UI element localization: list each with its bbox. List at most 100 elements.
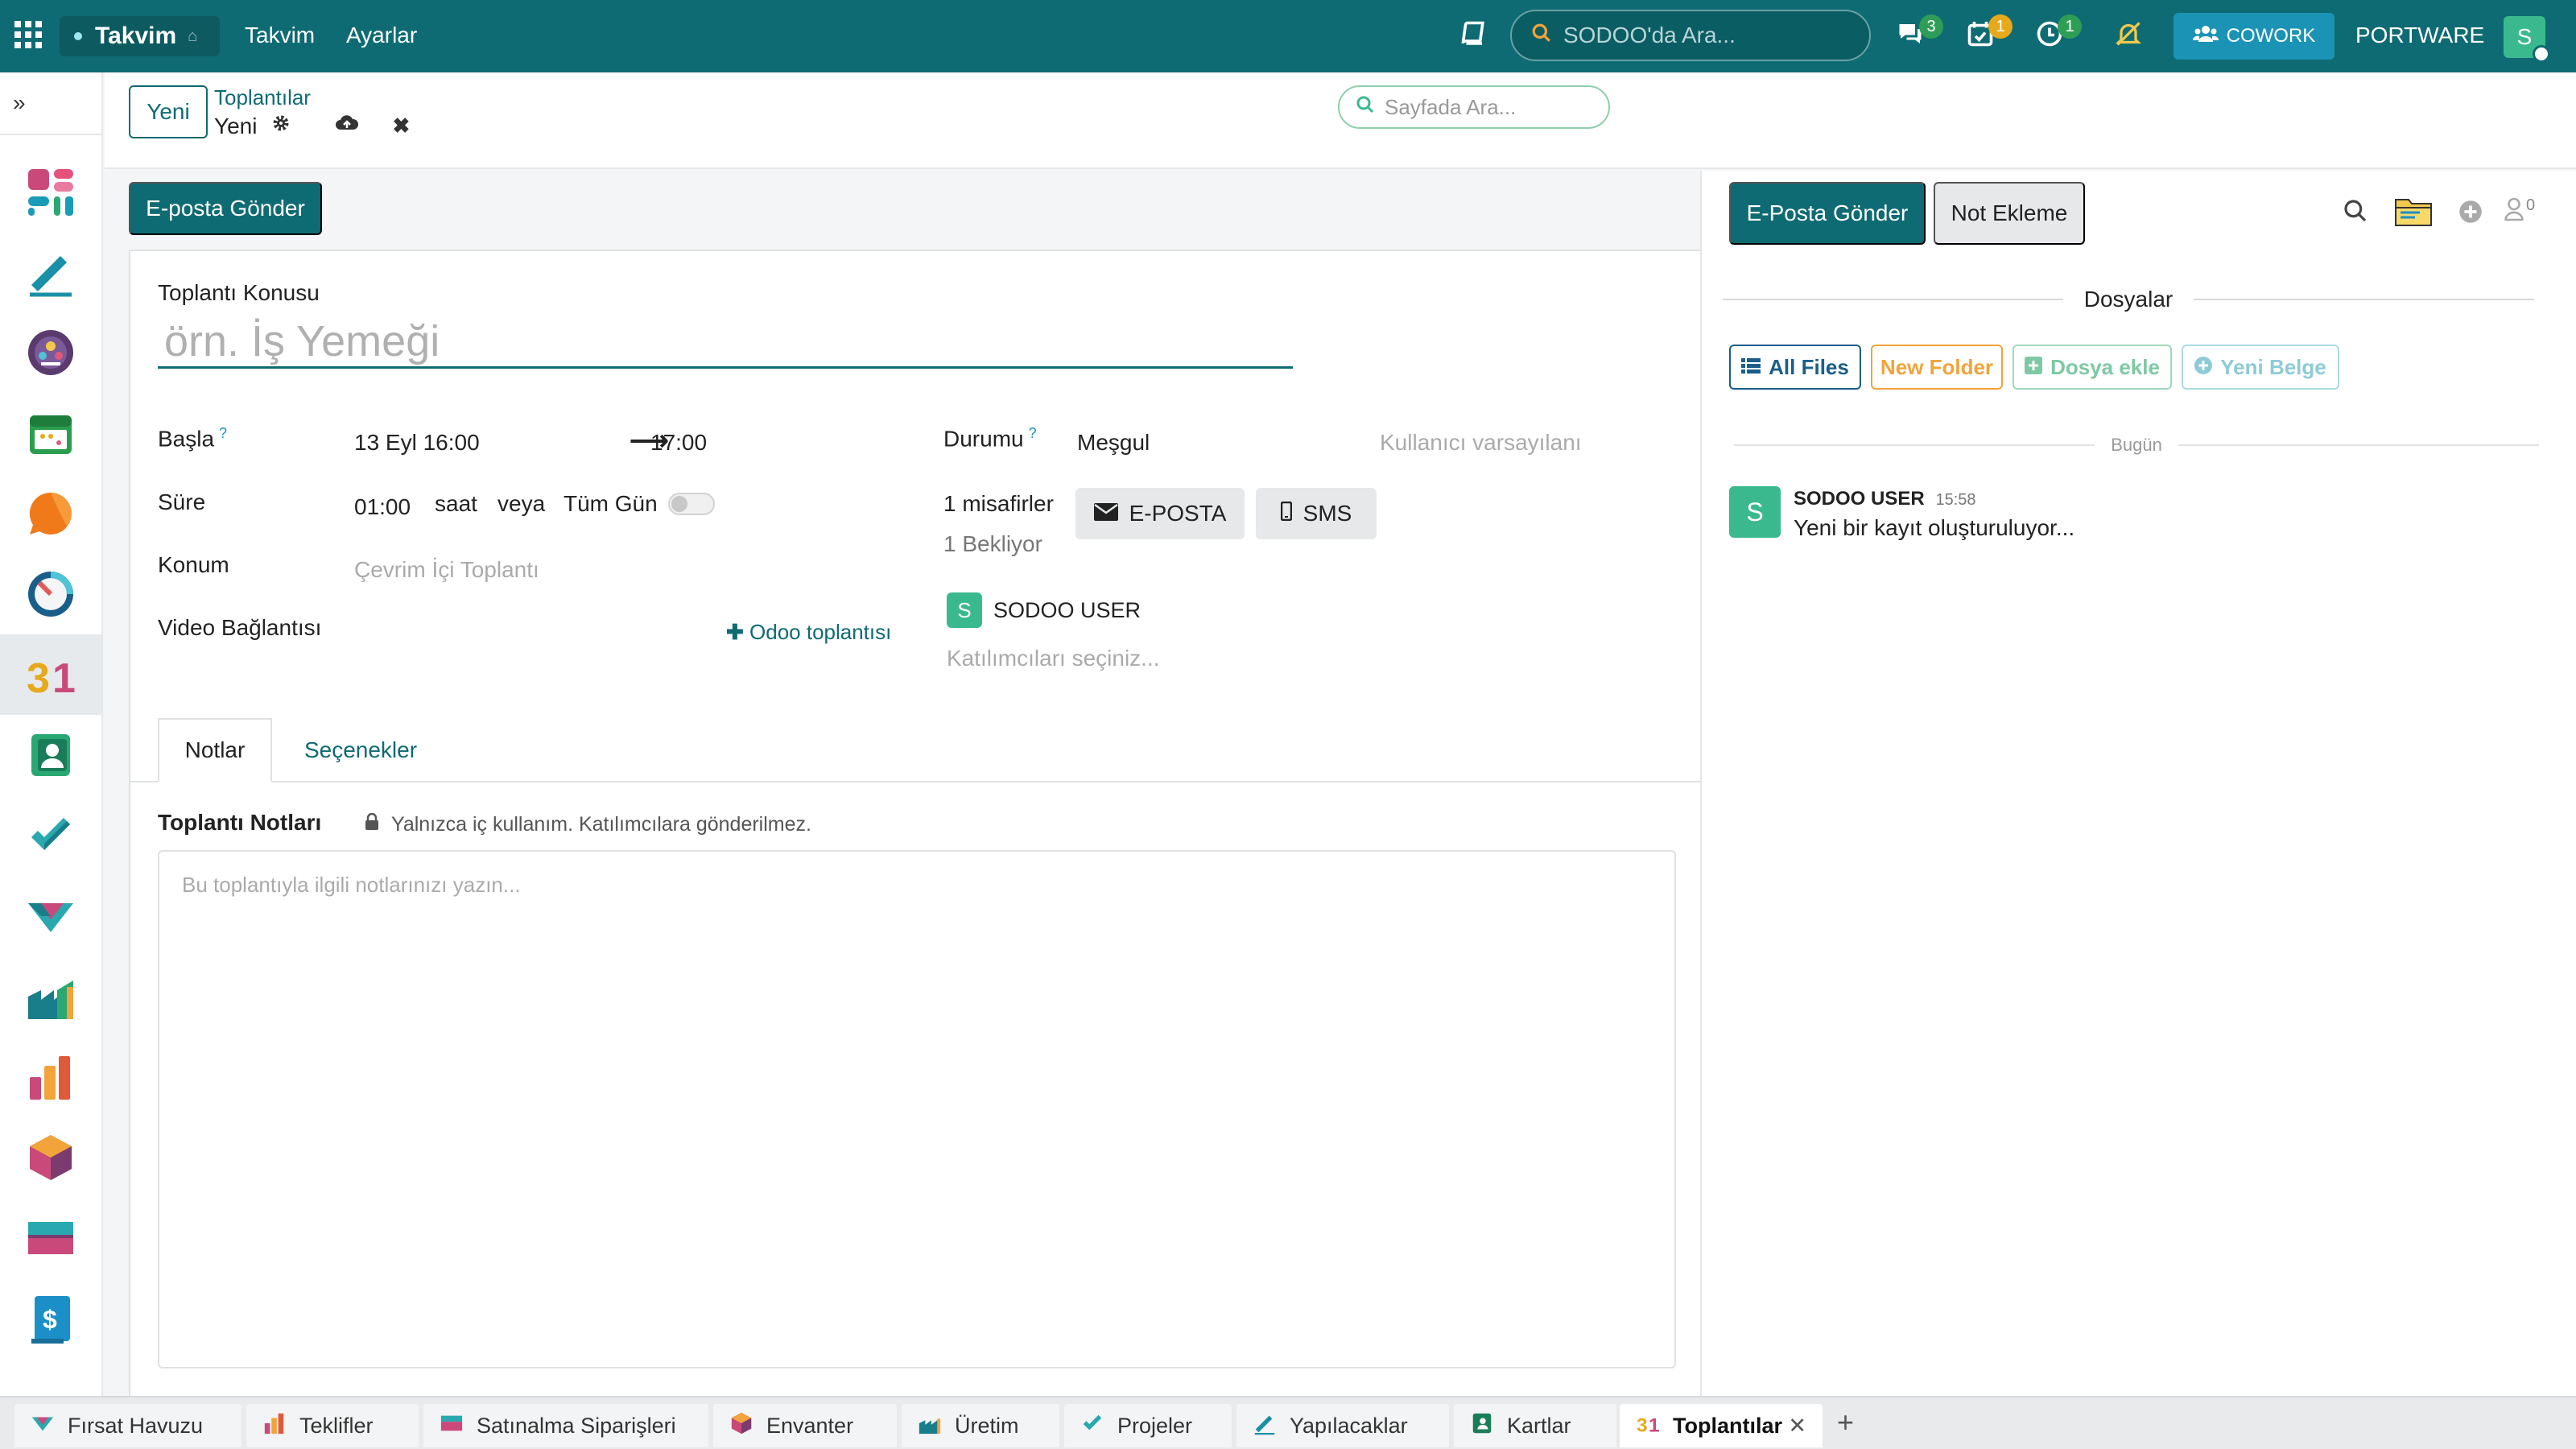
search-messages-icon[interactable] — [2343, 198, 2368, 229]
status-dot — [2533, 45, 2550, 63]
contacts-icon[interactable] — [0, 715, 101, 795]
app-sidebar: » 31 $ — [0, 72, 103, 1396]
files-title: Dosyalar — [1702, 283, 2555, 316]
hours-label: saat — [435, 491, 477, 516]
nav-settings[interactable]: Ayarlar — [346, 23, 417, 48]
manufacturing-icon[interactable] — [0, 956, 101, 1037]
pen-icon — [1253, 1411, 1277, 1441]
gauge-icon[interactable] — [0, 554, 101, 634]
expand-sidebar-icon[interactable]: » — [13, 90, 26, 116]
apps-menu-icon[interactable] — [14, 21, 42, 48]
sms-button-label: SMS — [1302, 501, 1352, 526]
email-attendees-button[interactable]: E-POSTA — [1075, 488, 1245, 539]
activities-icon[interactable]: 1 — [1966, 14, 2013, 56]
bottom-tab-projects[interactable]: Projeler — [1064, 1404, 1232, 1447]
subject-input[interactable]: örn. İş Yemeği — [158, 316, 1293, 369]
followers-button[interactable]: 0 — [2504, 196, 2535, 228]
add-tab-icon[interactable]: + — [1837, 1406, 1854, 1439]
location-input[interactable]: Çevrim İçi Toplantı — [354, 557, 539, 583]
svg-text:1: 1 — [52, 655, 76, 700]
close-tab-icon[interactable]: ✕ — [1788, 1414, 1806, 1439]
attendees-input[interactable]: Katılımcıları seçiniz... — [947, 646, 1160, 671]
all-files-button[interactable]: All Files — [1729, 345, 1861, 390]
subject-placeholder: örn. İş Yemeği — [164, 316, 440, 365]
company-switcher[interactable]: PORTWARE — [2355, 23, 2484, 48]
add-file-button[interactable]: Dosya ekle — [2013, 345, 2172, 390]
privacy-default[interactable]: Kullanıcı varsayılanı — [1380, 430, 1582, 456]
send-email-button[interactable]: E-posta Gönder — [129, 182, 322, 235]
all-day-toggle[interactable] — [668, 493, 715, 515]
rail-divider — [0, 134, 101, 135]
subject-label: Toplantı Konusu — [158, 280, 320, 305]
start-datetime[interactable]: 13 Eyl 16:00 — [354, 430, 480, 456]
search-icon — [1356, 95, 1375, 120]
handshake-icon[interactable] — [0, 876, 101, 956]
notes-editor[interactable]: Bu toplantıyla ilgili notlarınızı yazın.… — [158, 850, 1676, 1368]
new-button[interactable]: Yeni — [129, 85, 208, 138]
followers-count: 0 — [2526, 196, 2536, 214]
messages-icon[interactable]: 3 — [1895, 14, 1943, 56]
bottom-tab-meetings[interactable]: 31 Toplantılar ✕ — [1620, 1404, 1823, 1447]
tab-notes[interactable]: Notlar — [158, 718, 272, 782]
people-circle-icon[interactable] — [0, 312, 101, 393]
odoo-meeting-link[interactable]: ✚ Odoo toplantısı — [726, 620, 891, 645]
notes-placeholder: Bu toplantıyla ilgili notlarınızı yazın.… — [182, 873, 521, 897]
bottom-tab-quotations[interactable]: Teklifler — [246, 1404, 419, 1447]
bottom-tab-inventory[interactable]: Envanter — [713, 1404, 897, 1447]
breadcrumb-current: Yeni — [214, 113, 258, 138]
card-icon[interactable] — [0, 1198, 101, 1278]
knowledge-book-icon[interactable] — [1460, 19, 1489, 56]
message-author: SODOO USER — [1794, 488, 1925, 510]
save-cloud-icon[interactable] — [334, 113, 360, 139]
messages-badge: 3 — [1919, 14, 1943, 39]
user-avatar[interactable]: S — [2504, 16, 2550, 63]
folder-icon[interactable] — [2394, 195, 2433, 233]
notifications-off-icon[interactable] — [2114, 19, 2143, 56]
global-search-placeholder: SODOO'da Ara... — [1563, 23, 1736, 47]
discard-icon[interactable]: ✖ — [392, 114, 410, 138]
breadcrumb-parent[interactable]: Toplantılar — [214, 85, 311, 110]
bottom-tab-contacts[interactable]: Kartlar — [1454, 1404, 1616, 1447]
control-panel: Yeni Toplantılar Yeni ✖ Sayfada Ara... — [105, 72, 2576, 169]
end-time[interactable]: 17:00 — [650, 430, 707, 456]
invoice-icon[interactable]: $ — [0, 1278, 101, 1359]
lock-icon — [364, 812, 380, 836]
gear-icon[interactable] — [271, 114, 291, 138]
cowork-label: COWORK — [2226, 25, 2316, 47]
nav-calendar[interactable]: Takvim — [245, 23, 315, 48]
sms-attendees-button[interactable]: SMS — [1256, 488, 1377, 539]
log-note-button[interactable]: Not Ekleme — [1934, 182, 2085, 245]
attendee-chip[interactable]: S SODOO USER — [947, 592, 1141, 628]
chatter-send-email-button[interactable]: E-Posta Gönder — [1729, 182, 1926, 245]
bottom-tab-manufacturing[interactable]: Üretim — [902, 1404, 1059, 1447]
box-icon[interactable] — [0, 1117, 101, 1198]
timer-icon[interactable]: 1 — [2035, 14, 2082, 56]
pen-icon[interactable] — [0, 232, 101, 312]
status-value[interactable]: Meşgul — [1077, 430, 1150, 456]
check-icon — [1080, 1411, 1104, 1441]
duration-input[interactable]: 01:00 — [354, 494, 411, 520]
new-document-button[interactable]: Yeni Belge — [2182, 345, 2339, 390]
check-icon[interactable] — [0, 795, 101, 876]
cowork-button[interactable]: COWORK — [2174, 13, 2334, 60]
global-search-input[interactable]: SODOO'da Ara... — [1510, 10, 1871, 61]
tab-options[interactable]: Seçenekler — [280, 718, 441, 782]
form-view: E-posta Gönder Toplantı Konusu örn. İş Y… — [105, 171, 1702, 1401]
form-tabs: Notlar Seçenekler — [130, 718, 1700, 782]
chart-bars-icon[interactable] — [0, 1037, 101, 1117]
svg-text:1: 1 — [1649, 1414, 1660, 1435]
app-brand[interactable]: Takvim ⌂ — [60, 16, 221, 56]
bottom-tab-pipeline[interactable]: Fırsat Havuzu — [14, 1404, 242, 1447]
calendar-app-icon[interactable] — [0, 393, 101, 473]
new-folder-button[interactable]: New Folder — [1871, 345, 2003, 390]
dashboard-icon[interactable] — [0, 151, 101, 232]
start-label: Başla? — [158, 425, 228, 452]
chat-bubble-icon[interactable] — [0, 473, 101, 554]
page-search-input[interactable]: Sayfada Ara... — [1338, 85, 1610, 129]
add-follower-icon[interactable] — [2458, 200, 2483, 229]
bottom-tab-purchase-orders[interactable]: Satınalma Siparişleri — [423, 1404, 708, 1447]
calendar-31-icon[interactable]: 31 — [0, 634, 101, 715]
bottom-tab-todo[interactable]: Yapılacaklar — [1236, 1404, 1449, 1447]
contacts-icon — [1470, 1411, 1494, 1441]
manufacturing-icon — [918, 1411, 942, 1441]
